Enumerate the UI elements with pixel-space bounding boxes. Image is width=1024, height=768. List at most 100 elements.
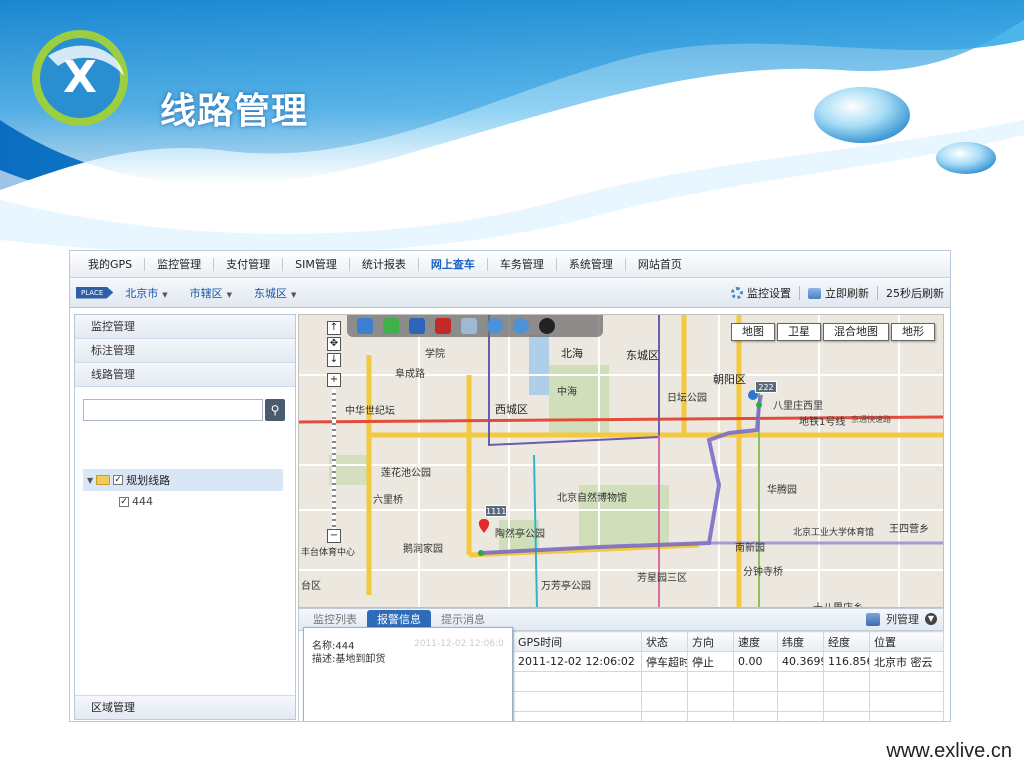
zoom-out-icon[interactable] xyxy=(513,318,529,334)
route-checkbox[interactable]: ✓ xyxy=(119,496,129,507)
table-row xyxy=(513,691,944,712)
map-label: 中华世纪坛 xyxy=(345,406,395,417)
tree-node-planned-routes[interactable]: ▼ ✓ 规划线路 xyxy=(83,469,283,491)
table-header-row: GPS时间 状态 方向 速度 纬度 经度 位置 xyxy=(513,631,944,652)
map-label: 学院 xyxy=(425,349,445,360)
map-label: 南新园 xyxy=(735,543,765,554)
footer-url: www.exlive.cn xyxy=(886,740,1012,762)
map-label: 日坛公园 xyxy=(667,393,707,404)
district-dropdown[interactable]: 市辖区 ▼ xyxy=(190,285,232,301)
menu-online-tracking[interactable]: 网上查车 xyxy=(419,257,488,271)
cell-longitude: 116.856 xyxy=(823,651,870,672)
table-row xyxy=(513,671,944,692)
vehicle-marker[interactable]: 222 xyxy=(755,381,777,393)
map-type-satellite[interactable]: 卫星 xyxy=(777,323,821,341)
menu-reports[interactable]: 统计报表 xyxy=(350,257,419,271)
zoom-plus-button[interactable]: + xyxy=(327,373,341,387)
map-label: 北京工业大学体育馆 xyxy=(793,528,875,538)
chevron-down-icon: ▼ xyxy=(226,290,233,299)
column-header[interactable]: 经度 xyxy=(823,631,870,652)
map-type-hybrid[interactable]: 混合地图 xyxy=(823,323,889,341)
tooltip-description: 描述:基地到卸货 xyxy=(312,654,386,665)
zoom-minus-button[interactable]: − xyxy=(327,529,341,543)
company-logo: X xyxy=(32,30,128,126)
map-label: 鹅润家园 xyxy=(403,544,443,555)
menu-sim[interactable]: SIM管理 xyxy=(283,257,350,271)
folder-icon xyxy=(96,475,111,485)
refresh-now-button[interactable]: 立即刷新 xyxy=(808,285,869,301)
city-dropdown[interactable]: 北京市 ▼ xyxy=(125,285,167,301)
alarm-table-wrap: GPS时间 状态 方向 速度 纬度 经度 位置 2011-12-02 12:06… xyxy=(513,631,944,721)
pan-center-icon[interactable]: ✥ xyxy=(327,337,341,351)
map-toolbar xyxy=(347,315,603,337)
zoom-slider[interactable] xyxy=(332,389,336,529)
route-search: ⚲ xyxy=(83,399,295,421)
menu-system[interactable]: 系统管理 xyxy=(557,257,626,271)
mail-icon[interactable] xyxy=(409,318,425,334)
map-label: 京通快速路 xyxy=(851,415,891,424)
gps-app-window: 我的GPS 监控管理 支付管理 SIM管理 统计报表 网上查车 车务管理 系统管… xyxy=(69,250,951,722)
camera-icon[interactable] xyxy=(435,318,451,334)
column-header[interactable]: 速度 xyxy=(733,631,778,652)
menu-monitor[interactable]: 监控管理 xyxy=(145,257,215,271)
column-header[interactable]: GPS时间 xyxy=(513,631,642,652)
map-type-terrain[interactable]: 地形 xyxy=(891,323,935,341)
column-header[interactable]: 状态 xyxy=(641,631,688,652)
cell-direction: 停止 xyxy=(687,651,734,672)
menu-my-gps[interactable]: 我的GPS xyxy=(76,257,146,271)
map-label: 北京自然博物馆 xyxy=(557,493,627,504)
column-header[interactable]: 位置 xyxy=(869,631,944,652)
map-label: 朝阳区 xyxy=(713,373,746,386)
pan-up-icon[interactable]: ↑ xyxy=(327,321,341,335)
sidebar-item-markers[interactable]: 标注管理 xyxy=(75,339,295,363)
pin-icon[interactable] xyxy=(357,318,373,334)
map-label: 北海 xyxy=(561,347,583,360)
area-dropdown[interactable]: 东城区 ▼ xyxy=(254,285,296,301)
map-roads xyxy=(299,315,943,607)
sidebar-item-areas[interactable]: 区域管理 xyxy=(75,695,295,719)
erase-icon[interactable] xyxy=(461,318,477,334)
chevron-down-icon: ▼ xyxy=(291,290,297,299)
zoom-in-icon[interactable] xyxy=(487,318,503,334)
sidebar-item-monitor[interactable]: 监控管理 xyxy=(75,315,295,339)
separator xyxy=(877,286,878,300)
map-label: 芳星园三区 xyxy=(637,573,687,584)
rewind-icon[interactable] xyxy=(539,318,555,334)
monitor-settings-button[interactable]: 监控设置 xyxy=(731,285,791,301)
column-manage-button[interactable]: 列管理 ▼ xyxy=(866,611,937,627)
map-zoom-control: ↑ ✥ ↓ + − xyxy=(327,321,343,545)
map-label: 六里桥 xyxy=(373,495,403,506)
cell-speed: 0.00 xyxy=(733,651,778,672)
refresh-icon xyxy=(808,287,821,299)
top-menu: 我的GPS 监控管理 支付管理 SIM管理 统计报表 网上查车 车务管理 系统管… xyxy=(70,251,950,278)
map-label: 丰台体育中心 xyxy=(301,548,356,558)
chevron-down-icon: ▼ xyxy=(162,290,168,299)
chevron-down-icon[interactable]: ▼ xyxy=(925,613,937,625)
route-group-checkbox[interactable]: ✓ xyxy=(113,475,124,485)
pan-down-icon[interactable]: ↓ xyxy=(327,353,341,367)
slide-title: 线路管理 xyxy=(160,91,309,132)
expand-arrow-icon[interactable]: ▼ xyxy=(87,476,93,485)
map-type-map[interactable]: 地图 xyxy=(731,323,775,341)
route-search-input[interactable] xyxy=(83,399,263,421)
map-label: 中海 xyxy=(557,387,577,398)
column-header[interactable]: 纬度 xyxy=(777,631,824,652)
map-view[interactable]: 学院 北海 东城区 阜成路 中海 朝阳区 日坛公园 八里庄西里 西城区 地铁1号… xyxy=(298,314,944,608)
table-row[interactable]: 2011-12-02 12:06:02 停车超时 停止 0.00 40.3699… xyxy=(513,651,944,672)
menu-payment[interactable]: 支付管理 xyxy=(214,257,284,271)
column-header[interactable]: 方向 xyxy=(687,631,734,652)
tree-node-route-444[interactable]: ✓ 444 xyxy=(119,495,153,508)
map-type-switcher: 地图 卫星 混合地图 地形 xyxy=(731,323,935,341)
menu-fleet[interactable]: 车务管理 xyxy=(488,257,557,271)
sidebar-item-routes[interactable]: 线路管理 xyxy=(75,363,295,387)
info-panel: 监控列表 报警信息 提示消息 列管理 ▼ GPS时间 状态 方向 速度 纬度 经… xyxy=(298,608,944,721)
checkmark-icon[interactable] xyxy=(383,318,399,334)
vehicle-marker[interactable]: 1111 xyxy=(485,505,507,517)
alarm-table: GPS时间 状态 方向 速度 纬度 经度 位置 2011-12-02 12:06… xyxy=(513,631,944,721)
cell-status: 停车超时 xyxy=(641,651,688,672)
menu-home[interactable]: 网站首页 xyxy=(626,258,694,271)
tree-node-label: 444 xyxy=(132,495,153,508)
cell-gps-time: 2011-12-02 12:06:02 xyxy=(513,651,642,672)
search-icon[interactable]: ⚲ xyxy=(265,399,285,421)
map-label: 王四营乡 xyxy=(889,524,929,535)
